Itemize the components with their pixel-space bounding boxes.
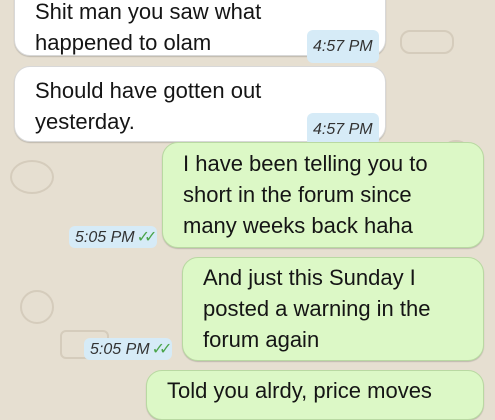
timestamp-text: 5:05 PM	[75, 229, 135, 246]
timestamp-text: 5:05 PM	[90, 341, 150, 358]
incoming-message-bubble[interactable]: Shit man you saw what happened to olam 4…	[14, 0, 386, 63]
wallpaper-doodle	[10, 160, 54, 194]
message-text: And just this Sunday I posted a warning …	[203, 265, 431, 352]
wallpaper-doodle	[20, 290, 54, 324]
double-check-icon: ✓✓	[136, 229, 158, 246]
double-check-icon: ✓✓	[151, 341, 173, 358]
outgoing-message-bubble[interactable]: And just this Sunday I posted a warning …	[182, 257, 484, 361]
message-text: Told you alrdy, price moves	[167, 378, 432, 403]
message-timestamp: 5:05 PM ✓✓	[69, 226, 158, 248]
message-timestamp: 4:57 PM	[307, 30, 379, 63]
outgoing-message-bubble[interactable]: Told you alrdy, price moves	[146, 370, 484, 420]
outgoing-message-bubble[interactable]: I have been telling you to short in the …	[162, 142, 484, 248]
message-timestamp: 5:05 PM ✓✓	[84, 338, 173, 360]
incoming-message-bubble[interactable]: Should have gotten out yesterday. 4:57 P…	[14, 66, 386, 146]
message-text: I have been telling you to short in the …	[183, 151, 428, 238]
wallpaper-doodle	[400, 30, 454, 54]
